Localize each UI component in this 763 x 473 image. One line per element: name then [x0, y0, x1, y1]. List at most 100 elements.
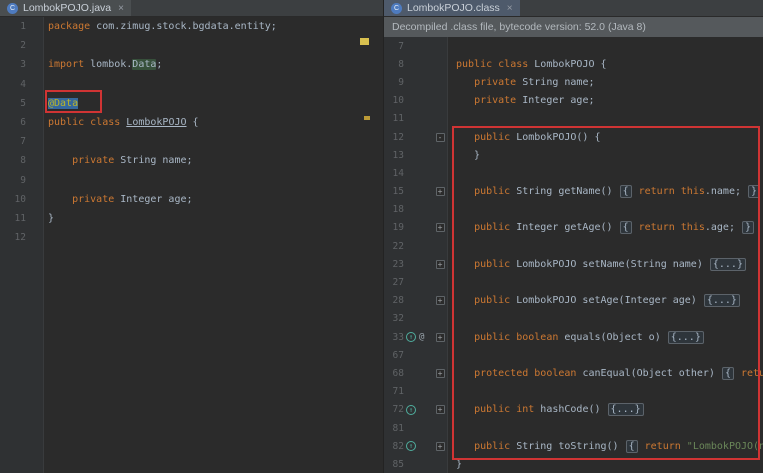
code-line[interactable]: 11}	[0, 209, 383, 228]
pane-divider[interactable]	[383, 0, 384, 473]
fold-marker-icon[interactable]: +	[435, 368, 445, 378]
code-line[interactable]: 15 + public String getName() { return thi…	[384, 183, 763, 201]
code-line[interactable]: 10 private Integer age;	[0, 190, 383, 209]
code-line[interactable]: 71	[384, 383, 763, 401]
fold-column: -	[432, 132, 448, 142]
code-line[interactable]: 12 - public LombokPOJO() {	[384, 128, 763, 146]
fold-marker-icon[interactable]: +	[435, 259, 445, 269]
override-method-icon[interactable]: ↑	[406, 441, 416, 452]
code-line[interactable]: 10 private Integer age;	[384, 92, 763, 110]
line-number: 33	[392, 331, 404, 343]
fold-marker-icon[interactable]: +	[435, 296, 445, 306]
code-text: private String name;	[474, 76, 595, 88]
code-text: }	[456, 149, 481, 161]
fold-column: +	[432, 259, 448, 269]
code-line[interactable]: 1 package com.zimug.stock.bgdata.entity;	[0, 17, 383, 36]
decompiled-file-banner: Decompiled .class file, bytecode version…	[384, 17, 763, 37]
code-text: private Integer age;	[72, 193, 193, 205]
code-line[interactable]: 33 ↑ @ + public boolean equals(Object o) {.…	[384, 328, 763, 346]
override-method-icon[interactable]: ↑	[406, 332, 416, 343]
code-line[interactable]: 9 private String name;	[384, 73, 763, 91]
code-line[interactable]: 18	[384, 201, 763, 219]
error-stripe-mark[interactable]	[364, 116, 370, 120]
line-number: 7	[20, 136, 26, 148]
code-line[interactable]: 13 }	[384, 146, 763, 164]
line-number: 14	[392, 167, 404, 179]
tab-lombokpojo-class[interactable]: C LombokPOJO.class ×	[384, 0, 520, 16]
code-text: public String getName() { return this.na…	[448, 185, 761, 199]
fold-marker-icon[interactable]: +	[435, 187, 445, 197]
code-line[interactable]: 7	[0, 132, 383, 151]
code-text: protected boolean canEqual(Object other)…	[474, 366, 763, 380]
code-line[interactable]: 5 @Data	[0, 94, 383, 113]
code-line[interactable]: 22	[384, 237, 763, 255]
right-tab-bar: C LombokPOJO.class ×	[384, 0, 763, 17]
code-line[interactable]: 4	[0, 75, 383, 94]
line-number: 22	[392, 240, 404, 252]
code-line[interactable]: 8 public class LombokPOJO {	[384, 55, 763, 73]
code-line[interactable]: 68 + protected boolean canEqual(Object ot…	[384, 364, 763, 382]
java-class-icon: C	[391, 2, 402, 14]
code-line[interactable]: 7	[384, 37, 763, 55]
line-number: 82	[392, 440, 404, 452]
code-line[interactable]: 67	[384, 346, 763, 364]
code-line[interactable]: 82 ↑ + public String toString() { return "…	[384, 437, 763, 455]
line-number: 13	[392, 149, 404, 161]
tab-close-icon[interactable]: ×	[118, 3, 124, 14]
code-line[interactable]: 3 import lombok.Data;	[0, 55, 383, 74]
fold-column: +	[432, 296, 448, 306]
line-number: 1	[20, 21, 26, 33]
code-text: public int hashCode() {...}	[448, 403, 645, 417]
code-line[interactable]: 23 + public LombokPOJO setName(String nam…	[384, 255, 763, 273]
code-text: public Integer getAge() { return this.ag…	[448, 221, 755, 235]
left-tab-bar: C LombokPOJO.java ×	[0, 0, 383, 17]
code-line[interactable]: 72 ↑ + public int hashCode() {...}	[384, 401, 763, 419]
line-number: 19	[392, 222, 404, 234]
line-number: 4	[20, 78, 26, 90]
code-line[interactable]: 14	[384, 164, 763, 182]
override-method-icon[interactable]: ↑	[406, 404, 416, 415]
code-line[interactable]: 6 public class LombokPOJO {	[0, 113, 383, 132]
tab-close-icon[interactable]: ×	[507, 3, 513, 14]
fold-marker-icon[interactable]: +	[435, 405, 445, 415]
fold-marker-icon[interactable]: -	[435, 132, 445, 142]
line-number: 85	[392, 458, 404, 470]
code-text: public LombokPOJO setAge(Integer age) {.…	[448, 294, 741, 308]
code-line[interactable]: 27	[384, 273, 763, 291]
code-line[interactable]: 19 + public Integer getAge() { return thi…	[384, 219, 763, 237]
fold-marker-icon[interactable]: +	[435, 441, 445, 451]
code-line[interactable]: 85}	[384, 455, 763, 473]
code-line[interactable]: 12	[0, 228, 383, 247]
fold-column: +	[432, 405, 448, 415]
code-text: @Data	[48, 97, 79, 109]
fold-marker-icon[interactable]: +	[435, 332, 445, 342]
code-line[interactable]: 2	[0, 36, 383, 55]
code-line[interactable]: 28 + public LombokPOJO setAge(Integer age…	[384, 292, 763, 310]
gutter-icons: ↑	[404, 404, 432, 415]
code-text: public LombokPOJO setName(String name) {…	[448, 257, 747, 271]
line-number: 18	[392, 204, 404, 216]
tab-label: LombokPOJO.java	[23, 2, 112, 14]
line-number: 23	[392, 258, 404, 270]
code-text: private Integer age;	[474, 95, 595, 107]
line-number: 15	[392, 186, 404, 198]
code-line[interactable]: 81	[384, 419, 763, 437]
fold-marker-icon[interactable]: +	[435, 223, 445, 233]
code-text: import lombok.Data;	[48, 59, 163, 71]
java-class-icon: C	[7, 2, 18, 14]
line-number: 81	[392, 422, 404, 434]
code-text: public boolean equals(Object o) {...}	[448, 330, 705, 344]
line-number: 27	[392, 277, 404, 289]
error-stripe-mark[interactable]	[360, 38, 369, 45]
code-text: public String toString() { return "Lombo…	[474, 439, 763, 453]
line-number: 8	[398, 58, 404, 70]
code-line[interactable]: 32	[384, 310, 763, 328]
tab-lombokpojo-java[interactable]: C LombokPOJO.java ×	[0, 0, 131, 16]
code-text: public class LombokPOJO {	[456, 58, 607, 70]
line-number: 28	[392, 295, 404, 307]
code-line[interactable]: 11	[384, 110, 763, 128]
code-line[interactable]: 8 private String name;	[0, 151, 383, 170]
editor-pane-source: C LombokPOJO.java × 1 package com.zimug.s…	[0, 0, 383, 473]
code-line[interactable]: 9	[0, 171, 383, 190]
line-number: 3	[20, 59, 26, 71]
